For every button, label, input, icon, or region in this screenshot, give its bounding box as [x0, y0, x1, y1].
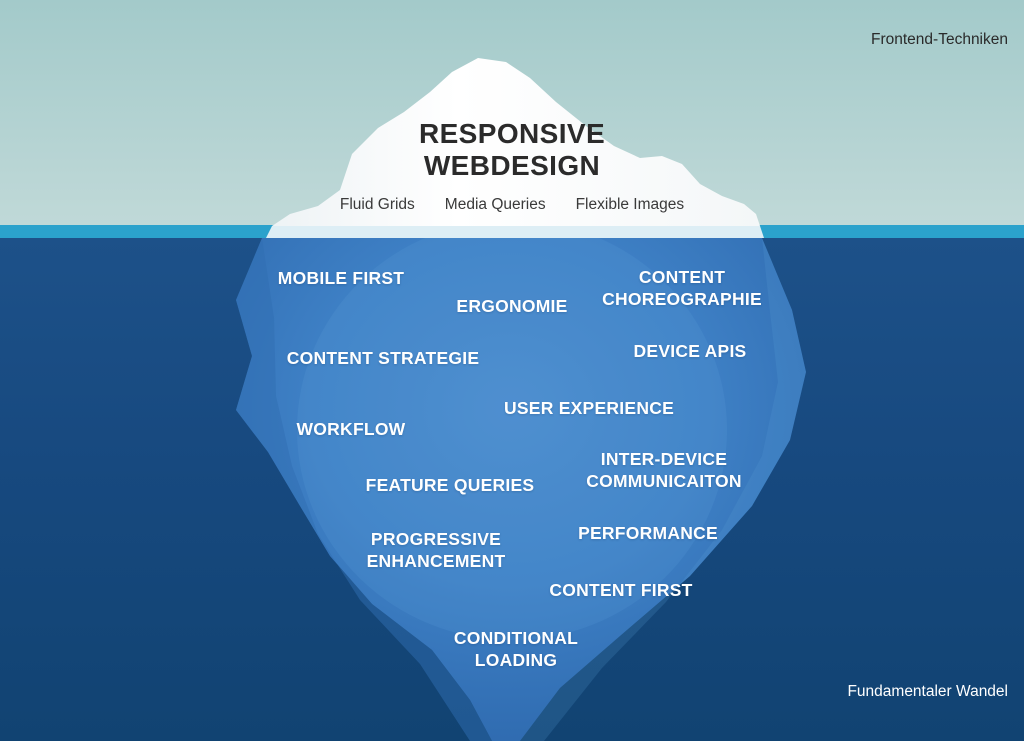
- top-right-caption: Frontend-Techniken: [871, 31, 1008, 48]
- title-line-2: WEBDESIGN: [423, 150, 601, 182]
- above-water-item-3: Flexible Images: [575, 196, 685, 213]
- below-water-label: MOBILE FIRST: [277, 267, 405, 288]
- above-water-item-2: Media Queries: [444, 196, 546, 213]
- iceberg-waterline-overlap: [266, 226, 764, 238]
- page-title: RESPONSIVE WEBDESIGN: [0, 118, 1024, 183]
- below-water-label: DEVICE APIS: [633, 340, 747, 361]
- title-line-1: RESPONSIVE: [418, 118, 606, 149]
- below-water-label: PERFORMANCE: [578, 522, 718, 543]
- bottom-right-caption: Fundamentaler Wandel: [847, 683, 1008, 700]
- below-water-label: CONTENT CHOREOGRAPHIE: [602, 266, 762, 309]
- below-water-label: ERGONOMIE: [456, 295, 568, 316]
- below-water-label: CONTENT FIRST: [549, 579, 693, 600]
- below-water-label: CONDITIONAL LOADING: [453, 627, 579, 670]
- infographic-canvas: Frontend-Techniken RESPONSIVE WEBDESIGN F…: [0, 0, 1024, 741]
- below-water-label: CONTENT STRATEGIE: [286, 347, 480, 368]
- below-water-label: INTER-DEVICE COMMUNICAITON: [586, 448, 742, 491]
- below-water-label: FEATURE QUERIES: [365, 474, 535, 495]
- above-water-item-1: Fluid Grids: [339, 196, 415, 213]
- below-water-label: WORKFLOW: [296, 418, 406, 439]
- below-water-label: PROGRESSIVE ENHANCEMENT: [366, 528, 506, 571]
- above-water-item-list: Fluid Grids Media Queries Flexible Image…: [0, 196, 1024, 214]
- below-water-label: USER EXPERIENCE: [503, 397, 675, 418]
